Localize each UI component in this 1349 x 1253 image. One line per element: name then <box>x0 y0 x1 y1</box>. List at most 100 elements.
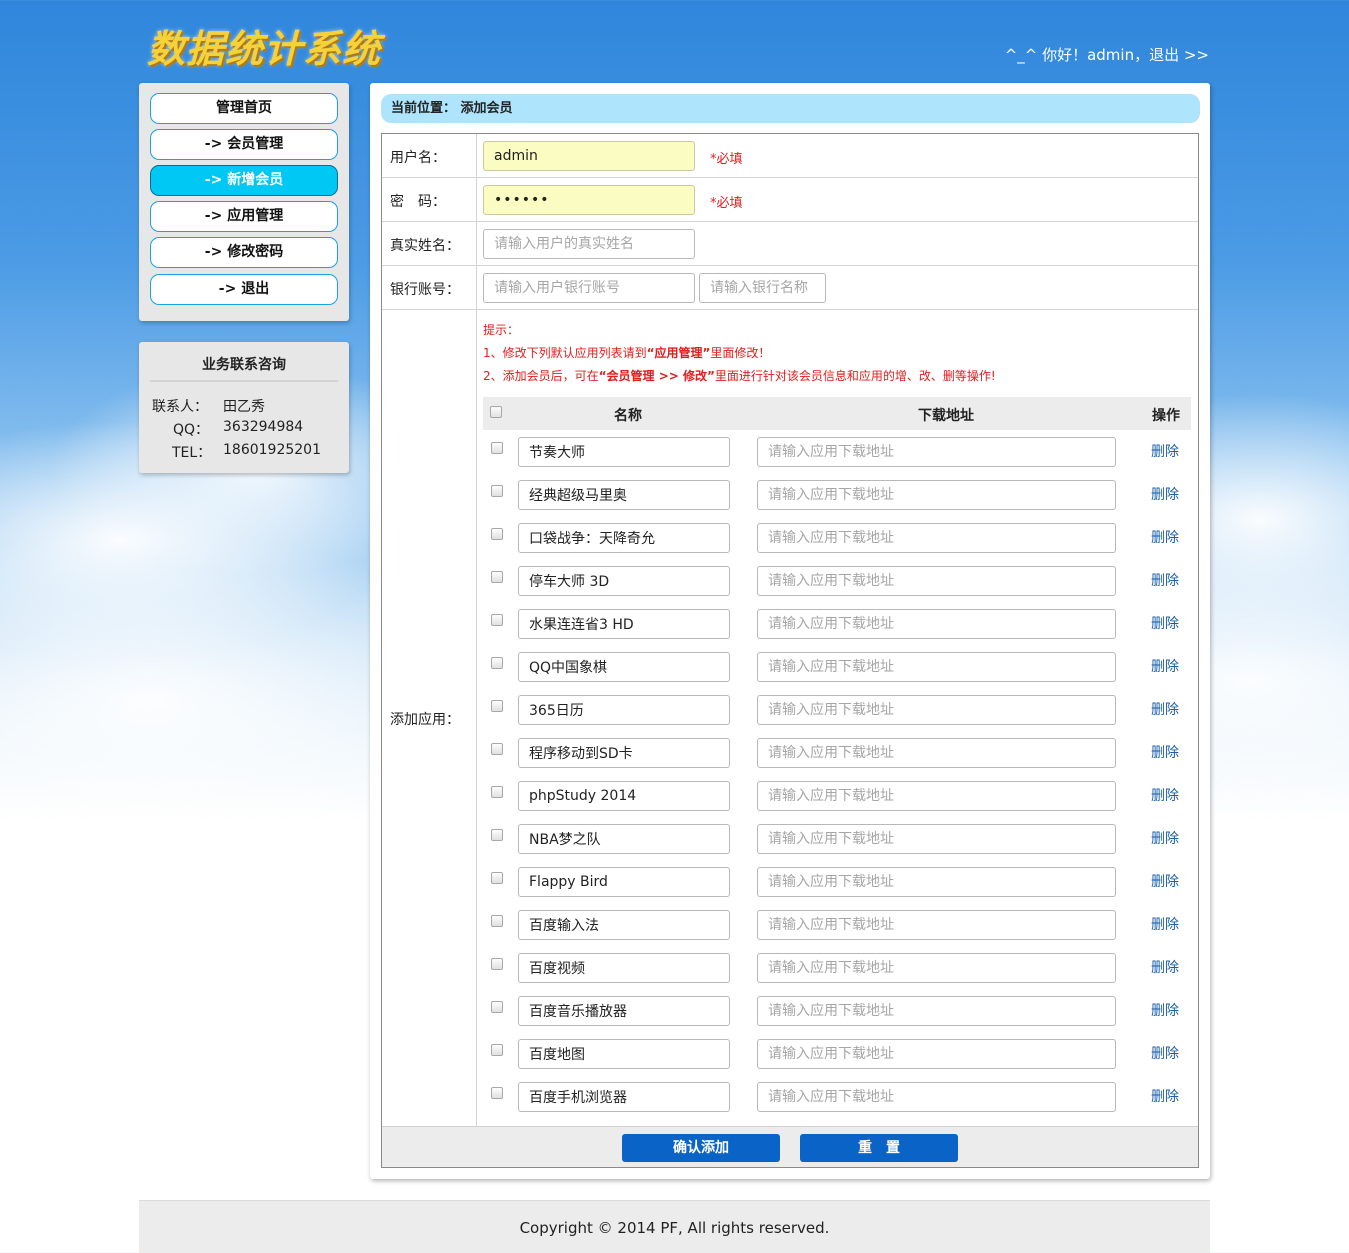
app-url-input[interactable] <box>757 566 1116 596</box>
app-name-input[interactable] <box>518 824 730 854</box>
app-url-input[interactable] <box>757 781 1116 811</box>
app-row-checkbox[interactable] <box>491 829 503 841</box>
app-name-input[interactable] <box>518 781 730 811</box>
app-row-checkbox[interactable] <box>491 485 503 497</box>
contact-qq-label: QQ： <box>173 422 210 438</box>
app-row-checkbox[interactable] <box>491 915 503 927</box>
app-row-checkbox[interactable] <box>491 614 503 626</box>
password-input[interactable] <box>483 185 695 215</box>
app-row-checkbox[interactable] <box>491 528 503 540</box>
nav-item-member-management[interactable]: -> 会员管理 <box>150 129 338 160</box>
app-name-input[interactable] <box>518 1039 730 1069</box>
app-url-input[interactable] <box>757 953 1116 983</box>
contact-person-label: 联系人： <box>152 399 208 415</box>
app-url-input[interactable] <box>757 738 1116 768</box>
delete-app-link[interactable]: 删除 <box>1151 441 1179 461</box>
app-name-input[interactable] <box>518 910 730 940</box>
app-row: 删除 <box>483 561 1191 604</box>
app-row-checkbox[interactable] <box>491 872 503 884</box>
delete-app-link[interactable]: 删除 <box>1151 570 1179 590</box>
nav-item-add-member[interactable]: -> 新增会员 <box>150 165 338 196</box>
nav-item-change-password[interactable]: -> 修改密码 <box>150 237 338 268</box>
app-name-input[interactable] <box>518 523 730 553</box>
delete-app-link[interactable]: 删除 <box>1151 656 1179 676</box>
delete-app-link[interactable]: 删除 <box>1151 1086 1179 1106</box>
app-url-input[interactable] <box>757 437 1116 467</box>
app-name-input[interactable] <box>518 480 730 510</box>
bank-name-input[interactable] <box>699 273 826 303</box>
app-row: 删除 <box>483 733 1191 776</box>
col-op-header: 操作 <box>1152 408 1180 424</box>
app-row-checkbox[interactable] <box>491 1044 503 1056</box>
delete-app-link[interactable]: 删除 <box>1151 699 1179 719</box>
app-url-input[interactable] <box>757 910 1116 940</box>
app-url-input[interactable] <box>757 652 1116 682</box>
app-row: 删除 <box>483 690 1191 733</box>
delete-app-link[interactable]: 删除 <box>1151 785 1179 805</box>
add-member-form: 用户名： *必填 密 码： *必填 真实姓名： 银行账号： 添加应用： 提示： … <box>381 133 1199 1168</box>
apps-label: 添加应用： <box>390 712 460 728</box>
app-url-input[interactable] <box>757 824 1116 854</box>
app-url-input[interactable] <box>757 695 1116 725</box>
app-url-input[interactable] <box>757 1082 1116 1112</box>
app-row-checkbox[interactable] <box>491 700 503 712</box>
password-row: 密 码： *必填 <box>382 178 1198 222</box>
reset-button[interactable]: 重 置 <box>800 1134 958 1162</box>
app-name-input[interactable] <box>518 566 730 596</box>
select-all-checkbox[interactable] <box>490 406 502 418</box>
delete-app-link[interactable]: 删除 <box>1151 1043 1179 1063</box>
nav-item-logout[interactable]: -> 退出 <box>150 274 338 305</box>
delete-app-link[interactable]: 删除 <box>1151 871 1179 891</box>
app-row-checkbox[interactable] <box>491 442 503 454</box>
app-row: 删除 <box>483 518 1191 561</box>
app-name-input[interactable] <box>518 1082 730 1112</box>
app-name-input[interactable] <box>518 953 730 983</box>
app-url-input[interactable] <box>757 867 1116 897</box>
app-name-input[interactable] <box>518 996 730 1026</box>
delete-app-link[interactable]: 删除 <box>1151 527 1179 547</box>
app-name-input[interactable] <box>518 609 730 639</box>
logout-link[interactable]: 退出 >> <box>1149 46 1209 64</box>
app-row-checkbox[interactable] <box>491 786 503 798</box>
bank-label: 银行账号： <box>390 282 460 298</box>
app-url-input[interactable] <box>757 609 1116 639</box>
nav-item-home[interactable]: 管理首页 <box>150 93 338 124</box>
realname-input[interactable] <box>483 229 695 259</box>
site-logo: 数据统计系统 <box>147 26 382 71</box>
tip-line-2: 2、添加会员后，可在“会员管理 >> 修改”里面进行针对该会员信息和应用的增、改… <box>483 369 996 383</box>
app-row-checkbox[interactable] <box>491 657 503 669</box>
app-name-input[interactable] <box>518 695 730 725</box>
realname-label: 真实姓名： <box>390 238 460 254</box>
app-name-input[interactable] <box>518 867 730 897</box>
app-row-checkbox[interactable] <box>491 1087 503 1099</box>
app-url-input[interactable] <box>757 523 1116 553</box>
bank-account-input[interactable] <box>483 273 695 303</box>
app-row-checkbox[interactable] <box>491 743 503 755</box>
delete-app-link[interactable]: 删除 <box>1151 1000 1179 1020</box>
app-row: 删除 <box>483 432 1191 475</box>
app-row: 删除 <box>483 776 1191 819</box>
col-url-header: 下载地址 <box>918 408 974 424</box>
app-row-checkbox[interactable] <box>491 958 503 970</box>
sidebar-nav: 管理首页 -> 会员管理 -> 新增会员 -> 应用管理 -> 修改密码 -> … <box>139 83 349 321</box>
app-url-input[interactable] <box>757 1039 1116 1069</box>
app-name-input[interactable] <box>518 437 730 467</box>
submit-button[interactable]: 确认添加 <box>622 1134 780 1162</box>
delete-app-link[interactable]: 删除 <box>1151 484 1179 504</box>
username-input[interactable] <box>483 141 695 171</box>
app-row-checkbox[interactable] <box>491 571 503 583</box>
breadcrumb: 当前位置： 添加会员 <box>381 94 1200 123</box>
app-row: 删除 <box>483 905 1191 948</box>
app-name-input[interactable] <box>518 652 730 682</box>
form-actions: 确认添加 重 置 <box>382 1126 1198 1167</box>
delete-app-link[interactable]: 删除 <box>1151 828 1179 848</box>
app-row-checkbox[interactable] <box>491 1001 503 1013</box>
delete-app-link[interactable]: 删除 <box>1151 742 1179 762</box>
app-url-input[interactable] <box>757 480 1116 510</box>
delete-app-link[interactable]: 删除 <box>1151 914 1179 934</box>
app-url-input[interactable] <box>757 996 1116 1026</box>
nav-item-app-management[interactable]: -> 应用管理 <box>150 201 338 232</box>
delete-app-link[interactable]: 删除 <box>1151 613 1179 633</box>
app-name-input[interactable] <box>518 738 730 768</box>
delete-app-link[interactable]: 删除 <box>1151 957 1179 977</box>
